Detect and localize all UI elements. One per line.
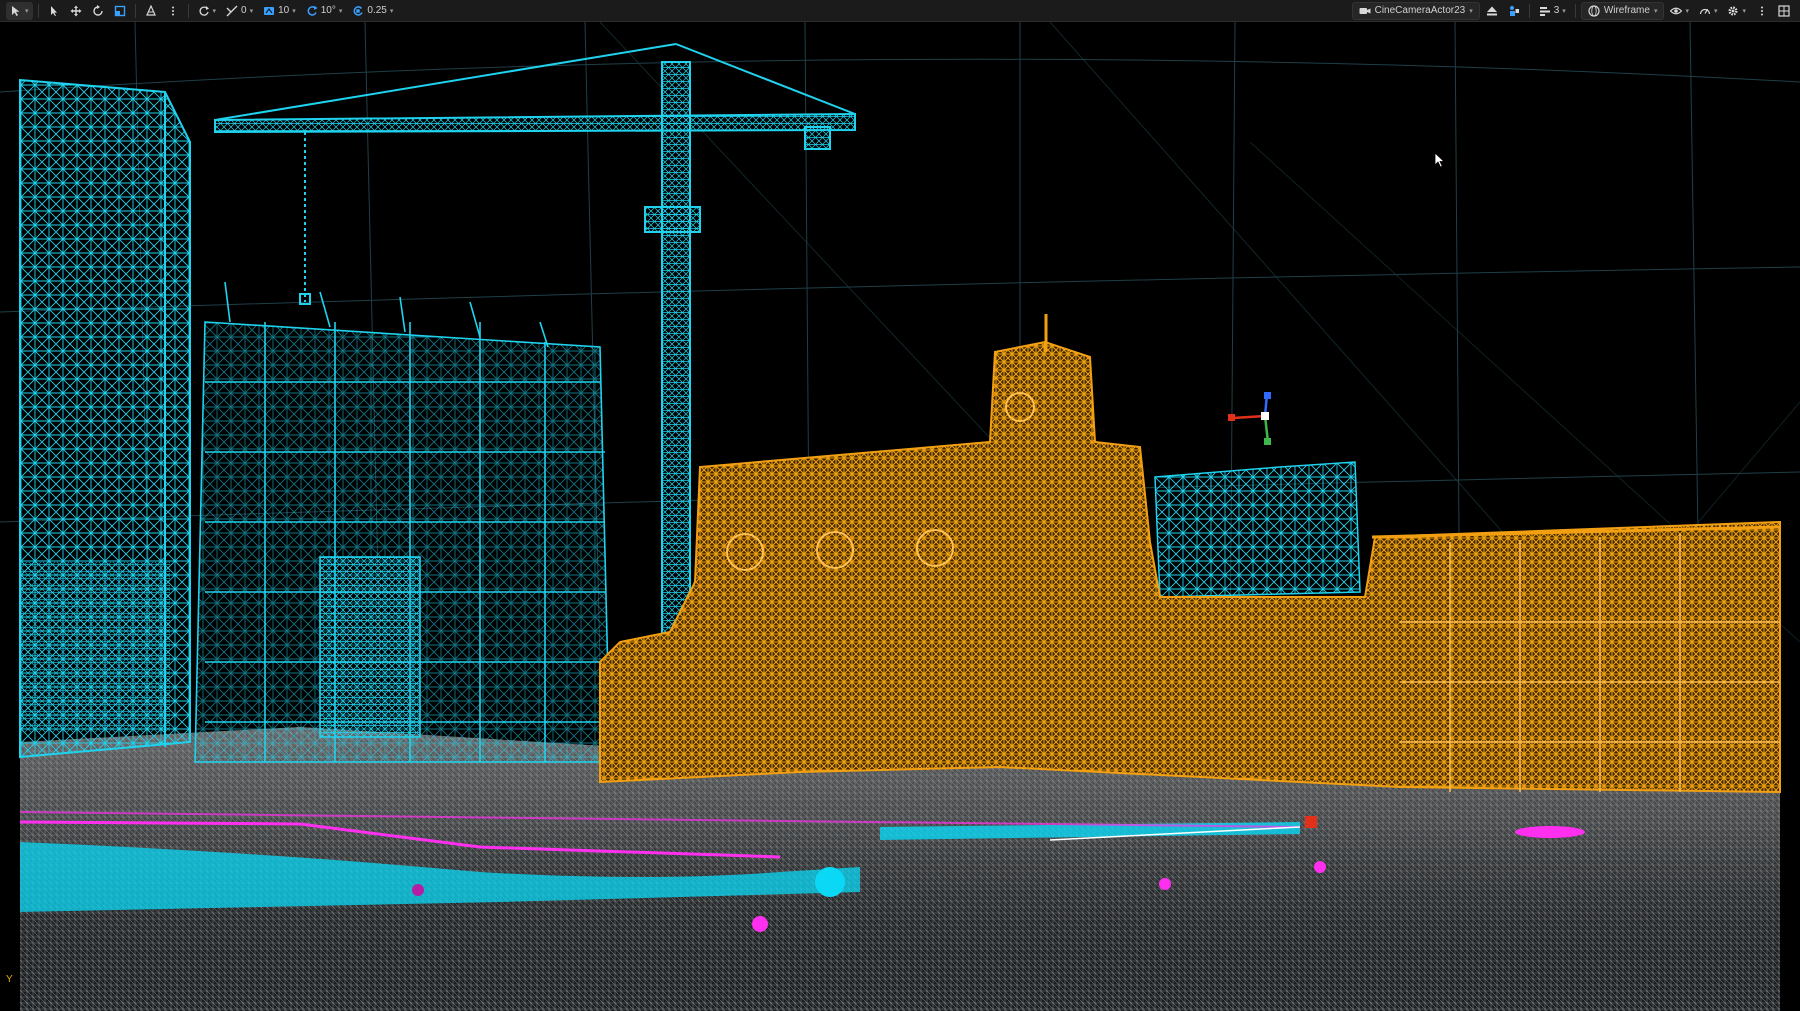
viewport-options-button[interactable] <box>1752 2 1772 20</box>
settings-button[interactable]: ▾ <box>1723 2 1750 20</box>
performance-button[interactable]: ▾ <box>1695 2 1722 20</box>
rotation-snap-icon <box>307 5 318 16</box>
camera-icon <box>1359 7 1371 14</box>
world-space-icon <box>145 4 156 16</box>
surface-snap-value: 0 <box>241 5 247 16</box>
translate-icon <box>70 5 82 16</box>
rotation-snap-button[interactable]: 10° ▾ <box>302 2 347 20</box>
actor-lock-button[interactable] <box>1504 2 1524 20</box>
chevron-down-icon: ▾ <box>1562 7 1566 15</box>
toolbar-left: ▾ ▾ 0 ▾ 10 ▾ 10° ▾ 0.25 ▾ <box>6 1 397 20</box>
cursor-icon <box>50 5 57 16</box>
kebab-menu-icon <box>1761 6 1763 15</box>
rotate-tool-button[interactable] <box>88 2 108 20</box>
scale-tool-button[interactable] <box>110 2 130 20</box>
view-mode-label: Wireframe <box>1603 5 1650 16</box>
grid-snap-icon <box>264 6 275 15</box>
background-tower-wireframe <box>1154 461 1361 598</box>
level-viewport[interactable]: Y <box>0 22 1800 1011</box>
select-mode-button[interactable]: ▾ <box>6 1 33 20</box>
chevron-down-icon: ▾ <box>389 7 394 15</box>
eject-pilot-button[interactable] <box>1482 2 1502 20</box>
skyscraper-wireframe <box>19 78 191 759</box>
chevron-down-icon: ▾ <box>212 7 217 15</box>
layout-grid-icon <box>1778 4 1790 17</box>
wireframe-sphere-icon <box>1588 4 1600 17</box>
toolbar-divider <box>1574 3 1576 18</box>
scale-snap-icon <box>353 5 364 16</box>
chevron-down-icon: ▾ <box>1653 7 1658 15</box>
toolbar-divider <box>1528 3 1530 18</box>
scale-icon <box>114 5 125 16</box>
chevron-down-icon: ▾ <box>25 7 29 15</box>
surface-snap-icon <box>226 5 238 16</box>
toolbar-divider <box>134 3 136 18</box>
viewport-layout-button[interactable] <box>1774 2 1794 20</box>
gear-icon <box>1728 6 1738 15</box>
toolbar-divider <box>37 3 39 18</box>
chevron-down-icon: ▾ <box>1685 7 1689 15</box>
rotation-snap-value: 10° <box>320 5 336 16</box>
editor-window: ▾ ▾ 0 ▾ 10 ▾ 10° ▾ 0.25 ▾ CineCameraActo… <box>0 0 1800 1011</box>
select-mode-icon <box>12 5 20 16</box>
rotate-icon <box>92 4 103 16</box>
more-options-button[interactable] <box>163 2 183 20</box>
scale-snap-value: 0.25 <box>367 5 387 16</box>
transform-space-button[interactable] <box>141 2 161 20</box>
view-mode-selector[interactable]: Wireframe ▾ <box>1580 1 1665 20</box>
scale-snap-button[interactable]: 0.25 ▾ <box>348 2 397 20</box>
camera-selector[interactable]: CineCameraActor23 ▾ <box>1351 1 1480 20</box>
wireframe-scene <box>0 22 1800 1011</box>
snap-rotate-mode-button[interactable]: ▾ <box>194 2 221 20</box>
grid-snap-value: 10 <box>278 5 290 16</box>
chevron-down-icon: ▾ <box>1713 7 1718 15</box>
surface-snap-button[interactable]: 0 ▾ <box>222 2 257 20</box>
chevron-down-icon: ▾ <box>1742 7 1746 15</box>
chevron-down-icon: ▾ <box>338 7 343 15</box>
layers-icon <box>1539 6 1550 16</box>
eject-icon <box>1486 6 1497 15</box>
chevron-down-icon: ▾ <box>249 7 254 15</box>
snap-mode-icon <box>199 5 209 16</box>
show-flags-button[interactable]: ▾ <box>1666 2 1693 20</box>
kebab-menu-icon <box>171 6 174 15</box>
axis-indicator: Y <box>6 974 13 985</box>
chevron-down-icon: ▾ <box>292 7 296 15</box>
chevron-down-icon: ▾ <box>1469 7 1473 15</box>
grid-snap-button[interactable]: 10 ▾ <box>259 2 300 20</box>
mouse-cursor-icon <box>1434 152 1446 168</box>
select-tool-button[interactable] <box>44 2 64 20</box>
gauge-icon <box>1699 8 1711 14</box>
construction-building-wireframe <box>194 281 611 763</box>
eye-icon <box>1670 7 1683 14</box>
camera-label: CineCameraActor23 <box>1374 5 1466 16</box>
layers-button[interactable]: 3 ▾ <box>1535 2 1570 20</box>
transform-gizmo <box>1228 392 1271 445</box>
toolbar-right: CineCameraActor23 ▾ 3 ▾ Wireframe ▾ ▾ ▾ … <box>1351 1 1794 20</box>
translate-tool-button[interactable] <box>66 2 86 20</box>
toolbar-divider <box>187 3 189 18</box>
layers-value: 3 <box>1553 5 1560 16</box>
actor-lock-icon <box>1509 5 1519 16</box>
viewport-toolbar: ▾ ▾ 0 ▾ 10 ▾ 10° ▾ 0.25 ▾ CineCameraActo… <box>0 0 1800 22</box>
